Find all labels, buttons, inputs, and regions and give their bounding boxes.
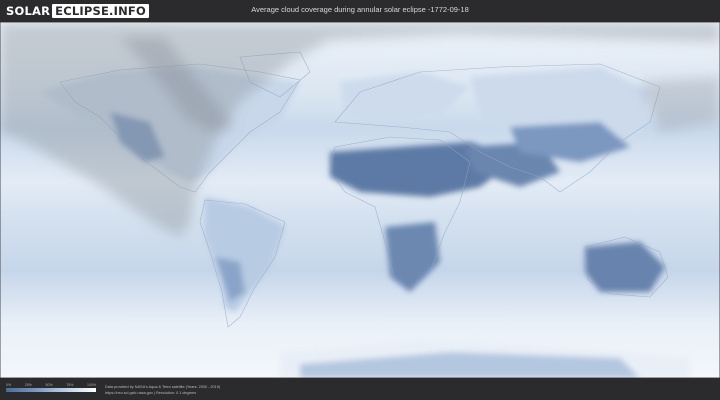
legend-label-75: 75% (66, 383, 74, 387)
cloud-coverage-map (0, 22, 720, 378)
header-bar: SOLAR ECLIPSE.INFO Average cloud coverag… (0, 0, 720, 22)
legend-scale-labels: 0% 25% 50% 75% 100% (6, 383, 96, 387)
legend-color-scale (6, 388, 96, 392)
legend-label-100: 100% (87, 383, 96, 387)
legend-label-0: 0% (6, 383, 12, 387)
page-title: Average cloud coverage during annular so… (251, 5, 469, 14)
credit-line-2: https://neo.sci.gsfc.nasa.gov | Resoluti… (105, 391, 197, 395)
footer-bar: 0% 25% 50% 75% 100% Data provided by NAS… (0, 378, 720, 400)
legend-label-50: 50% (45, 383, 53, 387)
data-credits: Data provided by NASA's Aqua & Terra sat… (105, 384, 220, 396)
legend-label-25: 25% (24, 383, 32, 387)
